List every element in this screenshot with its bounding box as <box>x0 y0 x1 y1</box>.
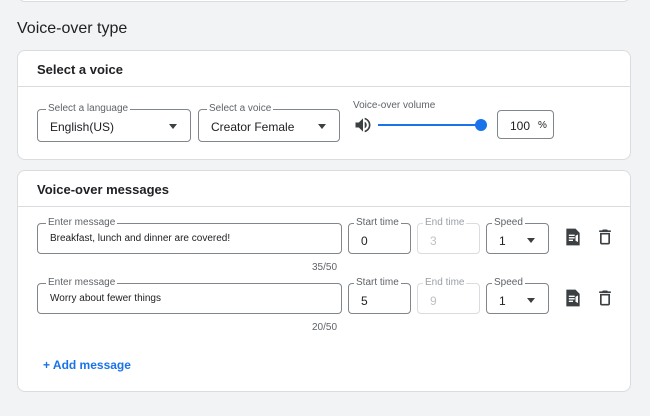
volume-slider-track <box>378 124 481 126</box>
select-voice-header: Select a voice <box>18 51 630 87</box>
start-time-value: 5 <box>361 294 368 308</box>
voice-preview-icon[interactable] <box>563 288 583 308</box>
volume-slider[interactable] <box>378 117 488 133</box>
language-select-value: English(US) <box>50 120 115 134</box>
message-input-label: Enter message <box>46 217 118 229</box>
speed-value: 1 <box>499 294 506 308</box>
chevron-down-icon <box>527 298 535 303</box>
chevron-down-icon <box>527 238 535 243</box>
message-input-value: Breakfast, lunch and dinner are covered! <box>50 233 231 244</box>
message-input[interactable]: Enter message Breakfast, lunch and dinne… <box>37 217 342 254</box>
speed-value: 1 <box>499 234 506 248</box>
message-input[interactable]: Enter message Worry about fewer things <box>37 277 342 314</box>
previous-card <box>17 0 631 2</box>
chevron-down-icon <box>318 124 326 129</box>
speed-select[interactable]: Speed 1 <box>486 277 549 314</box>
start-time-value: 0 <box>361 234 368 248</box>
add-message-button[interactable]: + Add message <box>43 358 131 372</box>
start-time-label: Start time <box>354 217 401 229</box>
start-time-input[interactable]: Start time 0 <box>348 217 411 254</box>
section-title: Voice-over type <box>17 20 128 37</box>
language-select-label: Select a language <box>46 103 131 115</box>
volume-input[interactable]: 100 % <box>497 110 554 139</box>
voice-select[interactable]: Select a voice Creator Female <box>198 103 340 142</box>
delete-icon[interactable] <box>595 288 615 308</box>
speed-label: Speed <box>492 217 525 229</box>
chevron-down-icon <box>169 124 177 129</box>
message-char-counter: 20/50 <box>312 322 338 333</box>
end-time-label: End time <box>423 217 467 229</box>
voice-messages-header: Voice-over messages <box>18 171 630 207</box>
message-input-label: Enter message <box>46 277 118 289</box>
end-time-value: 3 <box>430 234 437 248</box>
voice-select-label: Select a voice <box>207 103 274 115</box>
voice-select-value: Creator Female <box>211 120 295 134</box>
volume-label: Voice-over volume <box>353 100 436 111</box>
volume-icon[interactable] <box>353 115 373 135</box>
voice-messages-card: Voice-over messages Enter message Breakf… <box>17 170 631 392</box>
end-time-label: End time <box>423 277 467 289</box>
volume-slider-thumb[interactable] <box>475 119 487 131</box>
start-time-label: Start time <box>354 277 401 289</box>
start-time-input[interactable]: Start time 5 <box>348 277 411 314</box>
volume-value: 100 <box>510 119 531 133</box>
message-char-counter: 35/50 <box>312 262 338 273</box>
volume-unit: % <box>538 120 547 131</box>
end-time-input: End time 9 <box>417 277 480 314</box>
delete-icon[interactable] <box>595 227 615 247</box>
voice-preview-icon[interactable] <box>563 227 583 247</box>
speed-label: Speed <box>492 277 525 289</box>
language-select[interactable]: Select a language English(US) <box>37 103 191 142</box>
select-voice-card: Select a voice Select a language English… <box>17 50 631 160</box>
end-time-input: End time 3 <box>417 217 480 254</box>
end-time-value: 9 <box>430 294 437 308</box>
speed-select[interactable]: Speed 1 <box>486 217 549 254</box>
message-input-value: Worry about fewer things <box>50 293 161 304</box>
